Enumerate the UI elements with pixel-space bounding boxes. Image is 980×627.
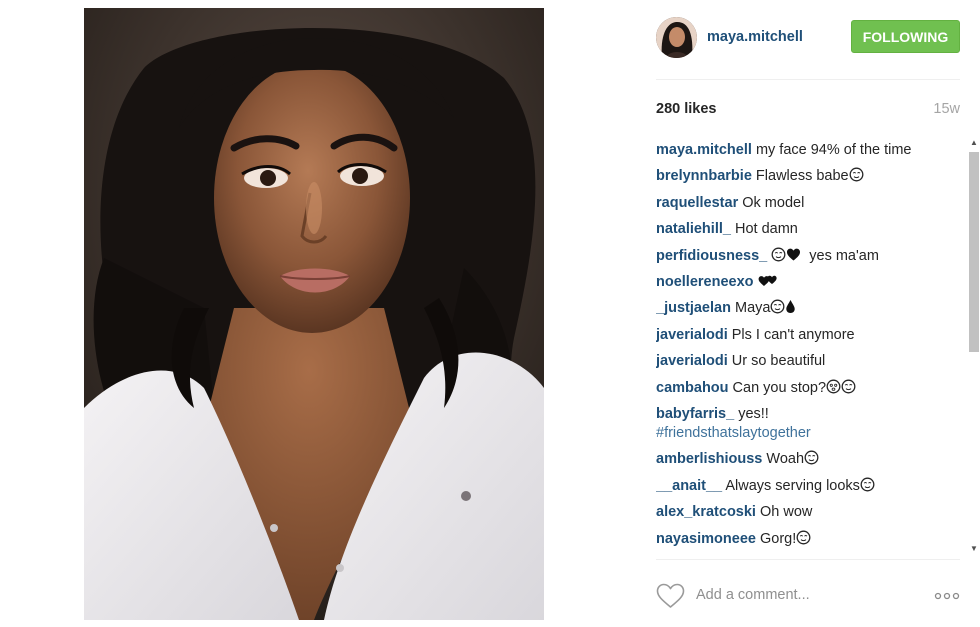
comment-row: __anait__ Always serving looks xyxy=(656,476,875,496)
comments-list: maya.mitchell my face 94% of the time bre… xyxy=(656,136,966,554)
comment-username[interactable]: _justjaelan xyxy=(656,300,731,316)
scroll-down-arrow-icon[interactable]: ▼ xyxy=(969,544,979,554)
comment-row: raquellestar Ok model xyxy=(656,193,804,213)
comment-username[interactable]: brelynnbarbie xyxy=(656,168,752,184)
comment-text: Always serving looks xyxy=(725,477,860,494)
comment-row: perfidiousness_ yes ma'am xyxy=(656,246,879,266)
comment-hashtag-link[interactable]: #friendsthatslaytogether xyxy=(656,423,811,443)
comment-username[interactable]: maya.mitchell xyxy=(656,142,752,158)
post-time: 15w xyxy=(933,101,960,117)
comment-row: alex_kratcoski Oh wow xyxy=(656,502,812,522)
header-divider xyxy=(656,79,960,80)
comment-username[interactable]: javerialodi xyxy=(656,327,728,343)
comment-username[interactable]: perfidiousness_ xyxy=(656,248,767,264)
comment-username[interactable]: nayasimoneee xyxy=(656,531,756,547)
instagram-post-view: maya.mitchell FOLLOWING 280 likes 15w ma… xyxy=(0,0,980,627)
comment-text: Hot damn xyxy=(734,221,798,238)
relieved-face-emoji-icon xyxy=(771,247,786,264)
droplet-emoji-icon xyxy=(785,300,796,316)
comment-text: Gorg! xyxy=(759,530,797,547)
comment-text: Woah xyxy=(766,451,805,468)
comment-username[interactable]: cambahou xyxy=(656,380,729,396)
comment-username[interactable]: amberlishiouss xyxy=(656,451,762,467)
comment-row: nataliehill_ Hot damn xyxy=(656,219,798,239)
post-photo[interactable] xyxy=(84,8,544,620)
avatar[interactable] xyxy=(656,17,697,58)
comment-row: maya.mitchell my face 94% of the time xyxy=(656,140,912,160)
heart-outline-icon[interactable] xyxy=(656,583,685,609)
comment-row: _justjaelan Maya xyxy=(656,298,796,318)
comment-row: nayasimoneee Gorg! xyxy=(656,529,811,549)
post-details-panel: maya.mitchell FOLLOWING 280 likes 15w ma… xyxy=(656,0,980,627)
comment-text: Can you stop? xyxy=(732,379,827,396)
relieved-face-emoji-icon xyxy=(770,299,785,316)
dizzy-face-emoji-icon xyxy=(826,379,841,396)
relieved-face-emoji-icon xyxy=(796,530,811,547)
comment-row: amberlishiouss Woah xyxy=(656,449,819,469)
relieved-face-emoji-icon xyxy=(804,450,819,467)
comment-row: javerialodi Ur so beautiful xyxy=(656,351,825,371)
comment-text: Oh wow xyxy=(760,504,813,521)
comment-row: javerialodi Pls I can't anymore xyxy=(656,325,855,345)
relieved-face-emoji-icon xyxy=(849,167,864,184)
following-button[interactable]: FOLLOWING xyxy=(851,20,960,53)
comment-username[interactable]: __anait__ xyxy=(656,478,722,494)
post-username[interactable]: maya.mitchell xyxy=(707,29,803,45)
comment-username[interactable]: nataliehill_ xyxy=(656,221,731,237)
comment-username[interactable]: alex_kratcoski xyxy=(656,504,756,520)
likes-count[interactable]: 280 likes xyxy=(656,101,716,117)
comment-text: Maya xyxy=(734,300,771,317)
comment-text: Ur so beautiful xyxy=(731,353,826,370)
add-comment-input[interactable] xyxy=(696,584,916,606)
relieved-face-emoji-icon xyxy=(860,477,875,494)
comment-row: noellereneexo xyxy=(656,272,778,292)
comments-scrollbar[interactable]: ▲ ▼ xyxy=(968,136,980,554)
post-header: maya.mitchell FOLLOWING xyxy=(656,15,960,61)
more-options-icon[interactable] xyxy=(934,587,960,605)
comment-text: yes!! xyxy=(738,406,769,422)
comment-text: Ok model xyxy=(742,194,805,211)
footer-divider xyxy=(656,559,960,560)
comment-username[interactable]: javerialodi xyxy=(656,353,728,369)
comment-row: cambahou Can you stop? xyxy=(656,378,856,398)
selfie-image xyxy=(84,8,544,620)
comment-row: brelynnbarbie Flawless babe xyxy=(656,166,864,186)
comment-row: babyfarris_ yes!! xyxy=(656,404,769,424)
avatar-image xyxy=(656,17,697,58)
scroll-up-arrow-icon[interactable]: ▲ xyxy=(969,138,979,148)
black-heart-emoji-icon xyxy=(786,248,801,264)
comment-text: Flawless babe xyxy=(755,168,849,185)
scroll-thumb[interactable] xyxy=(969,152,979,352)
relieved-face-emoji-icon xyxy=(841,379,856,396)
comment-text: Pls I can't anymore xyxy=(731,326,855,343)
comment-username[interactable]: noellereneexo xyxy=(656,274,754,290)
comment-username[interactable]: raquellestar xyxy=(656,195,738,211)
comment-text: my face 94% of the time xyxy=(755,142,912,158)
comment-username[interactable]: babyfarris_ xyxy=(656,406,734,422)
comment-text: yes ma'am xyxy=(809,247,879,264)
two-hearts-emoji-icon xyxy=(758,274,778,290)
